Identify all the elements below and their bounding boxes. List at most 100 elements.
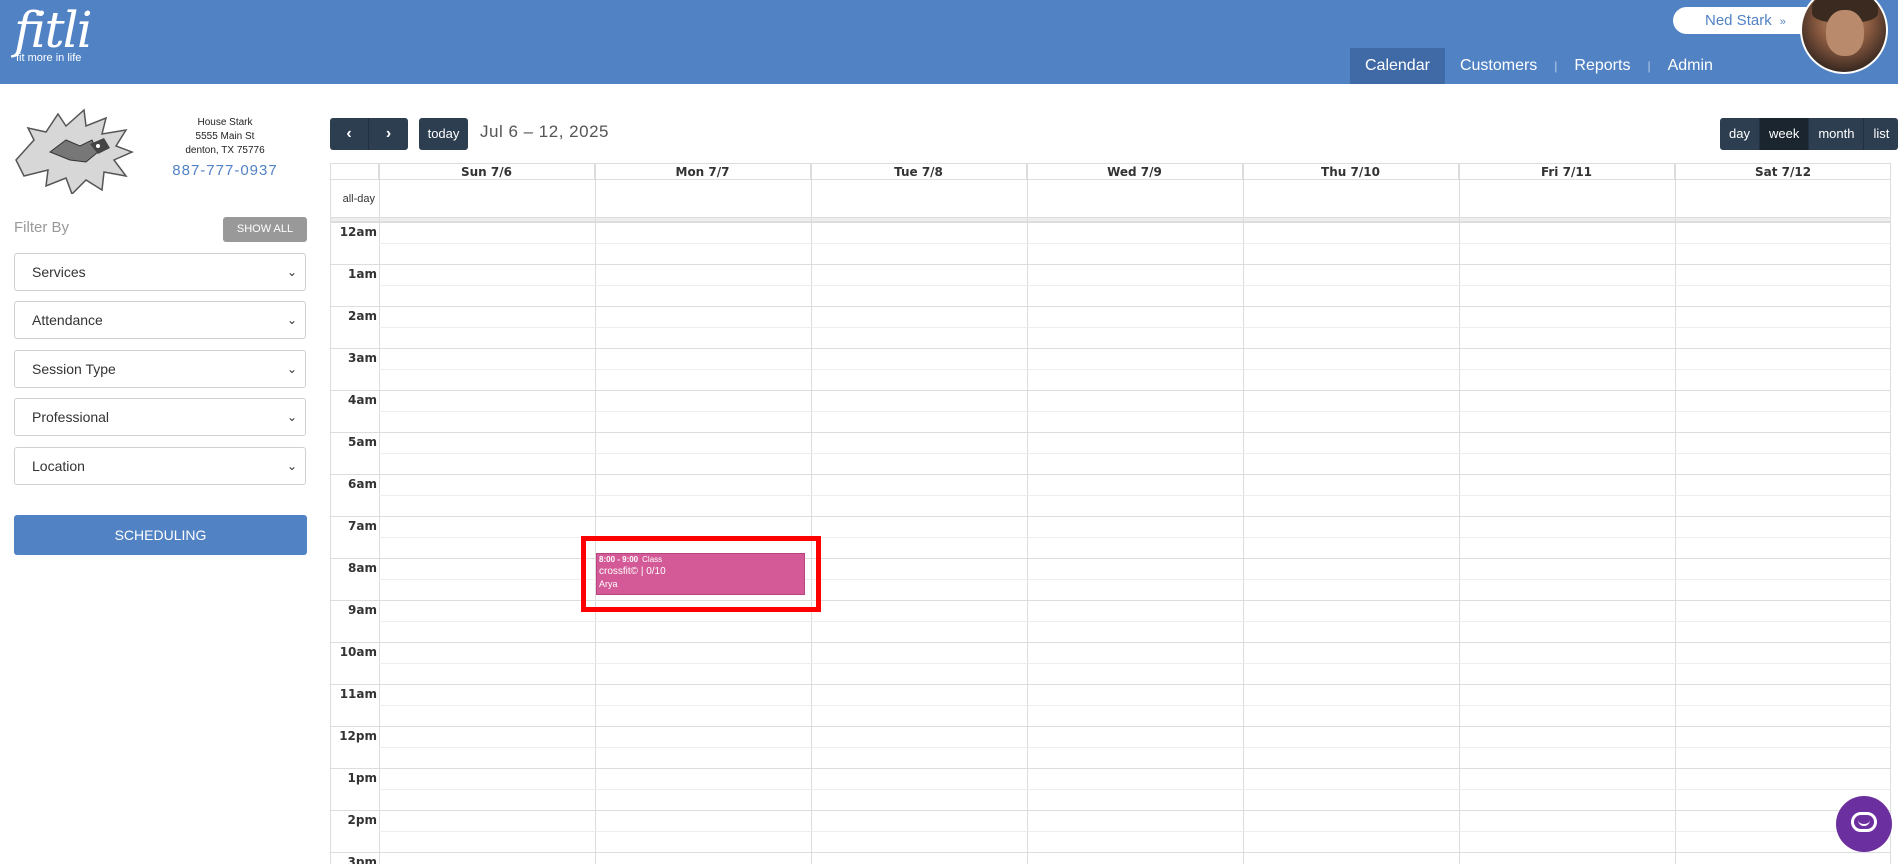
main-nav: Calendar Customers | Reports | Admin — [1350, 48, 1728, 84]
services-select[interactable]: Services ⌄ — [14, 253, 306, 291]
chevron-right-icon: › — [385, 125, 392, 142]
hour-label: 5am — [348, 435, 377, 449]
day-divider — [595, 164, 596, 864]
chevron-down-icon: ⌄ — [286, 410, 297, 424]
user-menu[interactable]: Ned Stark » — [1673, 7, 1818, 34]
half-hour-line — [379, 369, 1890, 370]
half-hour-line — [379, 285, 1890, 286]
calendar-event[interactable]: 8:00 - 9:00 Class crossfit© | 0/10 Arya — [596, 553, 805, 595]
nav-customers[interactable]: Customers — [1445, 48, 1552, 84]
hour-line — [331, 264, 1890, 265]
day-divider — [811, 164, 812, 864]
session-type-select-value: Session Type — [32, 361, 116, 377]
hour-label: 8am — [348, 561, 377, 575]
day-divider — [1459, 164, 1460, 864]
all-day-label: all-day — [342, 193, 375, 205]
all-day-row[interactable] — [331, 180, 1890, 218]
view-day-button[interactable]: day — [1720, 118, 1759, 150]
hour-label: 2am — [348, 309, 377, 323]
hour-label: 1pm — [347, 771, 377, 785]
business-info: House Stark 5555 Main St denton, TX 7577… — [170, 116, 280, 178]
hour-line — [331, 684, 1890, 685]
day-header-sat[interactable]: Sat 7/12 — [1675, 164, 1890, 180]
event-time: 8:00 - 9:00 — [599, 555, 639, 564]
fitli-logo[interactable]: fitli fit more in life — [14, 2, 93, 64]
chevron-down-icon: ⌄ — [286, 313, 297, 327]
hour-line — [331, 222, 1890, 223]
half-hour-line — [379, 327, 1890, 328]
hour-line — [331, 516, 1890, 517]
hour-line — [331, 474, 1890, 475]
prev-week-button[interactable]: ‹ — [330, 118, 368, 150]
today-button[interactable]: today — [419, 118, 468, 150]
hour-line — [331, 348, 1890, 349]
business-city: denton, TX 75776 — [185, 145, 265, 156]
nav-reports[interactable]: Reports — [1559, 48, 1645, 84]
half-hour-line — [379, 789, 1890, 790]
location-select[interactable]: Location ⌄ — [14, 447, 306, 485]
hour-label: 2pm — [347, 813, 377, 827]
view-month-button[interactable]: month — [1808, 118, 1864, 150]
hour-label: 4am — [348, 393, 377, 407]
business-address: 5555 Main St — [195, 131, 255, 142]
hour-label: 10am — [339, 645, 377, 659]
view-week-button[interactable]: week — [1758, 118, 1809, 150]
hour-line — [331, 432, 1890, 433]
nav-admin[interactable]: Admin — [1653, 48, 1728, 84]
hour-line — [331, 558, 1890, 559]
half-hour-line — [379, 747, 1890, 748]
chat-launcher-button[interactable] — [1836, 796, 1892, 852]
session-type-select[interactable]: Session Type ⌄ — [14, 350, 306, 388]
day-divider — [379, 164, 380, 864]
day-header-thu[interactable]: Thu 7/10 — [1243, 164, 1459, 180]
hour-line — [331, 306, 1890, 307]
next-week-button[interactable]: › — [368, 118, 408, 150]
show-all-button[interactable]: SHOW ALL — [223, 217, 307, 242]
professional-select-value: Professional — [32, 409, 110, 425]
day-header-fri[interactable]: Fri 7/11 — [1459, 164, 1675, 180]
day-header-sun[interactable]: Sun 7/6 — [379, 164, 595, 180]
event-type: Class — [642, 555, 663, 564]
hour-line — [331, 810, 1890, 811]
avatar[interactable] — [1800, 0, 1888, 74]
hour-line — [331, 726, 1890, 727]
half-hour-line — [379, 831, 1890, 832]
nav-calendar[interactable]: Calendar — [1350, 48, 1445, 84]
event-person: Arya — [599, 579, 618, 589]
half-hour-line — [379, 621, 1890, 622]
event-title: crossfit© | 0/10 — [599, 566, 666, 577]
hour-label: 11am — [339, 687, 377, 701]
hour-label: 1am — [348, 267, 377, 281]
day-header-mon[interactable]: Mon 7/7 — [595, 164, 811, 180]
chevron-down-icon: » — [1779, 16, 1786, 28]
hour-line — [331, 768, 1890, 769]
half-hour-line — [379, 495, 1890, 496]
day-header-wed[interactable]: Wed 7/9 — [1027, 164, 1243, 180]
hour-label: 7am — [348, 519, 377, 533]
hour-label: 6am — [348, 477, 377, 491]
chevron-down-icon: ⌄ — [286, 459, 297, 473]
services-select-value: Services — [32, 264, 86, 280]
week-calendar: Sun 7/6 Mon 7/7 Tue 7/8 Wed 7/9 Thu 7/10… — [330, 163, 1891, 864]
chevron-left-icon: ‹ — [346, 125, 352, 142]
scheduling-button[interactable]: SCHEDULING — [14, 515, 307, 555]
attendance-select[interactable]: Attendance ⌄ — [14, 301, 306, 339]
day-divider — [1243, 164, 1244, 864]
time-gutter-header — [331, 164, 379, 180]
hour-line — [331, 390, 1890, 391]
day-divider — [1027, 164, 1028, 864]
hour-label: 3am — [348, 351, 377, 365]
direwolf-sigil — [15, 108, 134, 194]
view-list-button[interactable]: list — [1863, 118, 1898, 150]
chevron-down-icon: ⌄ — [286, 362, 297, 376]
hour-label: 12am — [339, 225, 377, 239]
day-header-tue[interactable]: Tue 7/8 — [811, 164, 1027, 180]
professional-select[interactable]: Professional ⌄ — [14, 398, 306, 436]
location-select-value: Location — [32, 458, 85, 474]
half-hour-line — [379, 411, 1890, 412]
attendance-select-value: Attendance — [32, 312, 103, 328]
hour-line — [331, 642, 1890, 643]
nav-divider: | — [1647, 59, 1651, 73]
business-phone[interactable]: 887-777-0937 — [170, 163, 280, 178]
hour-line — [331, 852, 1890, 853]
